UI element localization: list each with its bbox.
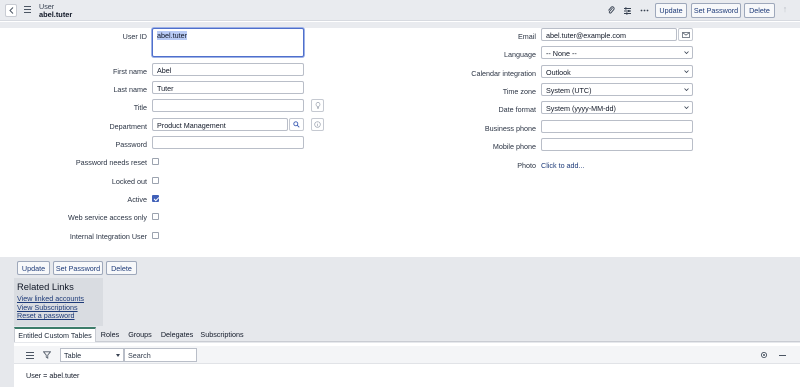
last-name-label: Last name bbox=[113, 85, 147, 94]
sliders-icon[interactable] bbox=[621, 4, 634, 17]
locked-out-checkbox[interactable] bbox=[152, 177, 159, 184]
active-checkbox[interactable] bbox=[152, 195, 159, 202]
chevron-down-icon bbox=[684, 70, 689, 74]
search-field-select[interactable]: Table bbox=[60, 348, 124, 362]
title-field[interactable] bbox=[152, 99, 304, 112]
delete-button[interactable]: Delete bbox=[106, 261, 137, 275]
back-button[interactable] bbox=[5, 4, 17, 17]
internal-integration-user-checkbox[interactable] bbox=[152, 232, 159, 239]
calendar-integration-label: Calendar integration bbox=[471, 69, 536, 78]
tab-subscriptions[interactable]: Subscriptions bbox=[199, 327, 245, 342]
web-service-access-only-checkbox[interactable] bbox=[152, 213, 159, 220]
language-value: -- None -- bbox=[546, 49, 577, 58]
business-phone-label: Business phone bbox=[484, 124, 536, 133]
photo-add-link[interactable]: Click to add... bbox=[541, 161, 585, 170]
language-select[interactable]: -- None -- bbox=[541, 46, 693, 59]
up-arrow-icon: ↑ bbox=[782, 4, 788, 14]
password-needs-reset-label: Password needs reset bbox=[75, 158, 147, 167]
related-links-title: Related Links bbox=[17, 281, 74, 292]
list-menu-icon[interactable] bbox=[26, 352, 34, 359]
reset-password-link[interactable]: Reset a password bbox=[17, 311, 75, 320]
department-field[interactable]: Product Management bbox=[152, 118, 288, 131]
header-update-button[interactable]: Update bbox=[655, 3, 687, 18]
search-field-value: Table bbox=[64, 351, 82, 360]
calendar-integration-value: Outlook bbox=[546, 68, 571, 77]
search-icon bbox=[293, 121, 300, 128]
last-name-field[interactable]: Tuter bbox=[152, 81, 304, 94]
photo-label: Photo bbox=[517, 161, 536, 170]
title-label: Title bbox=[133, 103, 147, 112]
tab-groups[interactable]: Groups bbox=[125, 327, 155, 342]
internal-integration-user-label: Internal Integration User bbox=[69, 232, 147, 241]
password-label: Password bbox=[115, 140, 147, 149]
date-format-value: System (yyyy-MM-dd) bbox=[546, 104, 616, 113]
chevron-down-icon bbox=[684, 51, 689, 55]
filter-breadcrumb: User = abel.tuter bbox=[26, 371, 80, 380]
more-icon[interactable] bbox=[638, 4, 651, 17]
context-menu-icon[interactable] bbox=[24, 6, 31, 13]
caret-down-icon bbox=[116, 354, 120, 357]
date-format-label: Date format bbox=[498, 105, 536, 114]
time-zone-value: System (UTC) bbox=[546, 86, 592, 95]
envelope-icon bbox=[681, 31, 690, 38]
department-label: Department bbox=[109, 122, 147, 131]
set-password-button[interactable]: Set Password bbox=[53, 261, 103, 275]
suggestion-icon[interactable] bbox=[311, 99, 324, 112]
chevron-down-icon bbox=[684, 106, 689, 110]
first-name-label: First name bbox=[113, 67, 147, 76]
date-format-select[interactable]: System (yyyy-MM-dd) bbox=[541, 101, 693, 114]
email-label: Email bbox=[518, 32, 536, 41]
department-lookup-button[interactable] bbox=[289, 118, 304, 131]
list-search-input[interactable]: Search bbox=[124, 348, 197, 362]
header-delete-button[interactable]: Delete bbox=[744, 3, 775, 18]
header-set-password-button[interactable]: Set Password bbox=[691, 3, 741, 18]
send-email-button[interactable] bbox=[678, 28, 693, 41]
password-field[interactable] bbox=[152, 136, 304, 149]
filter-icon[interactable] bbox=[42, 351, 52, 361]
tab-entitled-custom-tables[interactable]: Entitled Custom Tables bbox=[14, 327, 96, 342]
mobile-phone-field[interactable] bbox=[541, 138, 693, 151]
update-button[interactable]: Update bbox=[17, 261, 50, 275]
mobile-phone-label: Mobile phone bbox=[492, 142, 536, 151]
tab-roles[interactable]: Roles bbox=[98, 327, 122, 342]
view-linked-accounts-link[interactable]: View linked accounts bbox=[17, 294, 84, 303]
language-label: Language bbox=[504, 50, 536, 59]
record-header: User abel.tuter Update Set Password Dele… bbox=[0, 0, 800, 21]
tab-delegates[interactable]: Delegates bbox=[158, 327, 196, 342]
info-icon[interactable] bbox=[311, 118, 324, 131]
email-field[interactable]: abel.tuter@example.com bbox=[541, 28, 677, 41]
time-zone-label: Time zone bbox=[502, 87, 536, 96]
user-id-label: User ID bbox=[122, 32, 147, 41]
active-label: Active bbox=[127, 195, 147, 204]
calendar-integration-select[interactable]: Outlook bbox=[541, 65, 693, 78]
chevron-left-icon bbox=[8, 7, 13, 14]
locked-out-label: Locked out bbox=[111, 177, 147, 186]
business-phone-field[interactable] bbox=[541, 120, 693, 133]
record-name: abel.tuter bbox=[39, 10, 73, 19]
gear-icon[interactable] bbox=[760, 351, 768, 361]
password-needs-reset-checkbox[interactable] bbox=[152, 158, 159, 165]
user-id-value: abel.tuter bbox=[157, 31, 187, 40]
web-service-access-only-label: Web service access only bbox=[68, 213, 147, 222]
paperclip-icon[interactable] bbox=[604, 4, 617, 17]
collapse-icon[interactable] bbox=[779, 355, 786, 356]
time-zone-select[interactable]: System (UTC) bbox=[541, 83, 693, 96]
user-id-field[interactable]: abel.tuter bbox=[152, 28, 304, 57]
chevron-down-icon bbox=[684, 88, 689, 92]
related-list-tabs: Entitled Custom Tables Roles Groups Dele… bbox=[14, 327, 800, 342]
first-name-field[interactable]: Abel bbox=[152, 63, 304, 76]
